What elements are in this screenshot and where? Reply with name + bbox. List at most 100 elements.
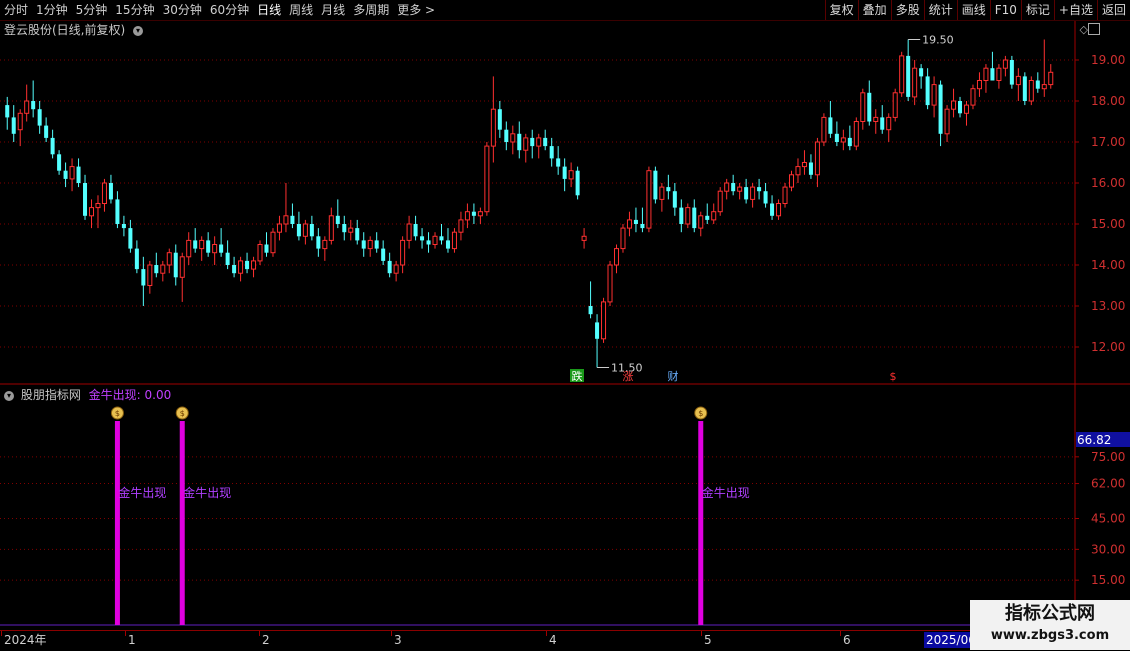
event-marker: 涨 <box>623 370 634 383</box>
candle-body-down <box>134 248 139 270</box>
period-tab-0[interactable]: 分时 <box>0 0 32 20</box>
candle-body-up <box>276 223 282 233</box>
money-bag-icon-glyph: $ <box>115 409 120 418</box>
candle-body-up <box>601 301 607 340</box>
candle-body-down <box>206 240 211 253</box>
money-bag-icon-glyph: $ <box>180 409 185 418</box>
candle-body-down <box>355 228 360 241</box>
price-tick-label: 13.00 <box>1091 299 1125 313</box>
toolbar-button-3[interactable]: 统计 <box>923 0 957 20</box>
candle-body-down <box>381 248 386 261</box>
candle-body-down <box>232 265 237 274</box>
candle-body-up <box>95 203 101 209</box>
candle-body-up <box>873 116 879 123</box>
chevron-down-icon[interactable]: ▾ <box>4 390 14 401</box>
candle-body-up <box>1002 59 1008 69</box>
candle-body-down <box>63 170 68 179</box>
candle-body-down <box>141 269 146 286</box>
candle-body-down <box>361 240 366 249</box>
period-tab-1[interactable]: 1分钟 <box>32 0 72 20</box>
candle-body-down <box>847 137 852 147</box>
candle-body-up <box>776 203 782 217</box>
candle-body-down <box>128 228 133 249</box>
candle-body-down <box>245 260 250 270</box>
candle-body-up <box>620 227 626 250</box>
period-tab-10[interactable]: 更多 > <box>393 0 439 20</box>
candle-body-up <box>782 186 788 205</box>
candle-body-down <box>705 215 710 220</box>
candle-body-down <box>808 162 813 175</box>
candle-body-up <box>717 190 723 213</box>
candle-body-up <box>737 186 743 192</box>
toolbar-button-4[interactable]: 画线 <box>956 0 990 20</box>
watermark-title: 指标公式网 <box>1005 603 1095 624</box>
candle-body-down <box>193 240 198 249</box>
candle-body-up <box>788 174 795 188</box>
candle-body-up <box>996 67 1002 82</box>
candle-body-up <box>88 207 95 217</box>
date-axis-label: 4 <box>549 633 557 647</box>
indicator-title[interactable]: ▾ 股朋指标网 金牛出现: 0.00 <box>4 387 171 403</box>
candle-body-up <box>821 116 827 143</box>
indicator-chart[interactable]: 75.00 62.00 45.00 30.00 15.00 66.82 $ 金牛出现 $ 金牛出现… <box>0 385 1130 630</box>
toolbar-button-7[interactable]: +自选 <box>1053 0 1097 20</box>
candle-body-down <box>219 244 224 253</box>
panel-toggle-icon[interactable] <box>1088 23 1100 35</box>
high-price-label: 19.50 <box>922 34 954 47</box>
candle-body-down <box>504 129 509 142</box>
candle-body-up <box>568 170 574 180</box>
candlestick-chart[interactable]: 19.00 18.00 17.00 16.00 15.00 14.00 13.00 12.00… <box>0 21 1130 385</box>
candle-body-down <box>121 224 126 229</box>
period-tab-9[interactable]: 多周期 <box>349 0 393 20</box>
period-tab-4[interactable]: 30分钟 <box>159 0 206 20</box>
toolbar-button-6[interactable]: 标记 <box>1020 0 1054 20</box>
candle-body-up <box>607 264 613 303</box>
candle-body-down <box>1035 80 1040 89</box>
toolbar-button-0[interactable]: 复权 <box>824 0 858 20</box>
candle-body-up <box>613 248 620 266</box>
period-tab-7[interactable]: 周线 <box>285 0 317 20</box>
candle-body-up <box>840 137 846 143</box>
toolbar-button-1[interactable]: 叠加 <box>857 0 891 20</box>
chevron-down-icon[interactable]: ▾ <box>133 25 144 36</box>
candle-body-up <box>659 186 665 200</box>
candle-body-down <box>562 166 567 179</box>
toolbar-button-2[interactable]: 多股 <box>890 0 924 20</box>
candle-body-down <box>906 55 911 97</box>
toolbar-button-8[interactable]: 返回 <box>1096 0 1130 20</box>
price-tick-label: 16.00 <box>1091 176 1125 190</box>
candle-body-up <box>69 166 75 180</box>
period-tab-8[interactable]: 月线 <box>317 0 349 20</box>
candle-body-up <box>523 137 529 151</box>
candle-body-down <box>543 137 548 147</box>
candle-body-up <box>24 100 30 114</box>
candle-body-up <box>101 182 107 204</box>
price-tick-label: 19.00 <box>1091 53 1125 67</box>
candle-body-down <box>296 224 301 237</box>
period-tab-2[interactable]: 5分钟 <box>72 0 112 20</box>
candle-body-down <box>834 133 839 142</box>
signal-bar <box>114 421 120 625</box>
toolbar-button-5[interactable]: F10 <box>989 0 1021 20</box>
chart-title[interactable]: 登云股份(日线,前复权) ▾ <box>4 22 144 38</box>
candle-body-up <box>451 231 457 250</box>
period-tab-3[interactable]: 15分钟 <box>111 0 158 20</box>
date-axis-label: 2024年 <box>4 633 47 647</box>
candle-body-down <box>11 117 16 134</box>
candle-body-down <box>595 322 600 339</box>
diamond-icon[interactable]: ◇ <box>1080 23 1088 36</box>
candle-body-up <box>270 231 276 254</box>
candle-body-down <box>37 109 42 126</box>
date-axis: 2025/06 2024年 1 2 3 4 5 6 <box>0 630 1130 651</box>
candle-body-up <box>1028 80 1034 102</box>
period-toolbar: 分时 1分钟 5分钟 15分钟 30分钟 60分钟 日线 周线 月线 多周期 更多 > 复权 叠加 多股… <box>0 0 1130 21</box>
candle-body-down <box>549 146 554 159</box>
candle-body-down <box>1022 76 1027 101</box>
period-tab-5[interactable]: 60分钟 <box>206 0 253 20</box>
money-bag-icon-glyph: $ <box>698 409 703 418</box>
period-tab-6[interactable]: 日线 <box>253 0 285 20</box>
candle-body-up <box>199 239 205 250</box>
candle-body-down <box>83 183 88 216</box>
candle-body-down <box>387 260 392 274</box>
candle-body-down <box>173 252 178 278</box>
